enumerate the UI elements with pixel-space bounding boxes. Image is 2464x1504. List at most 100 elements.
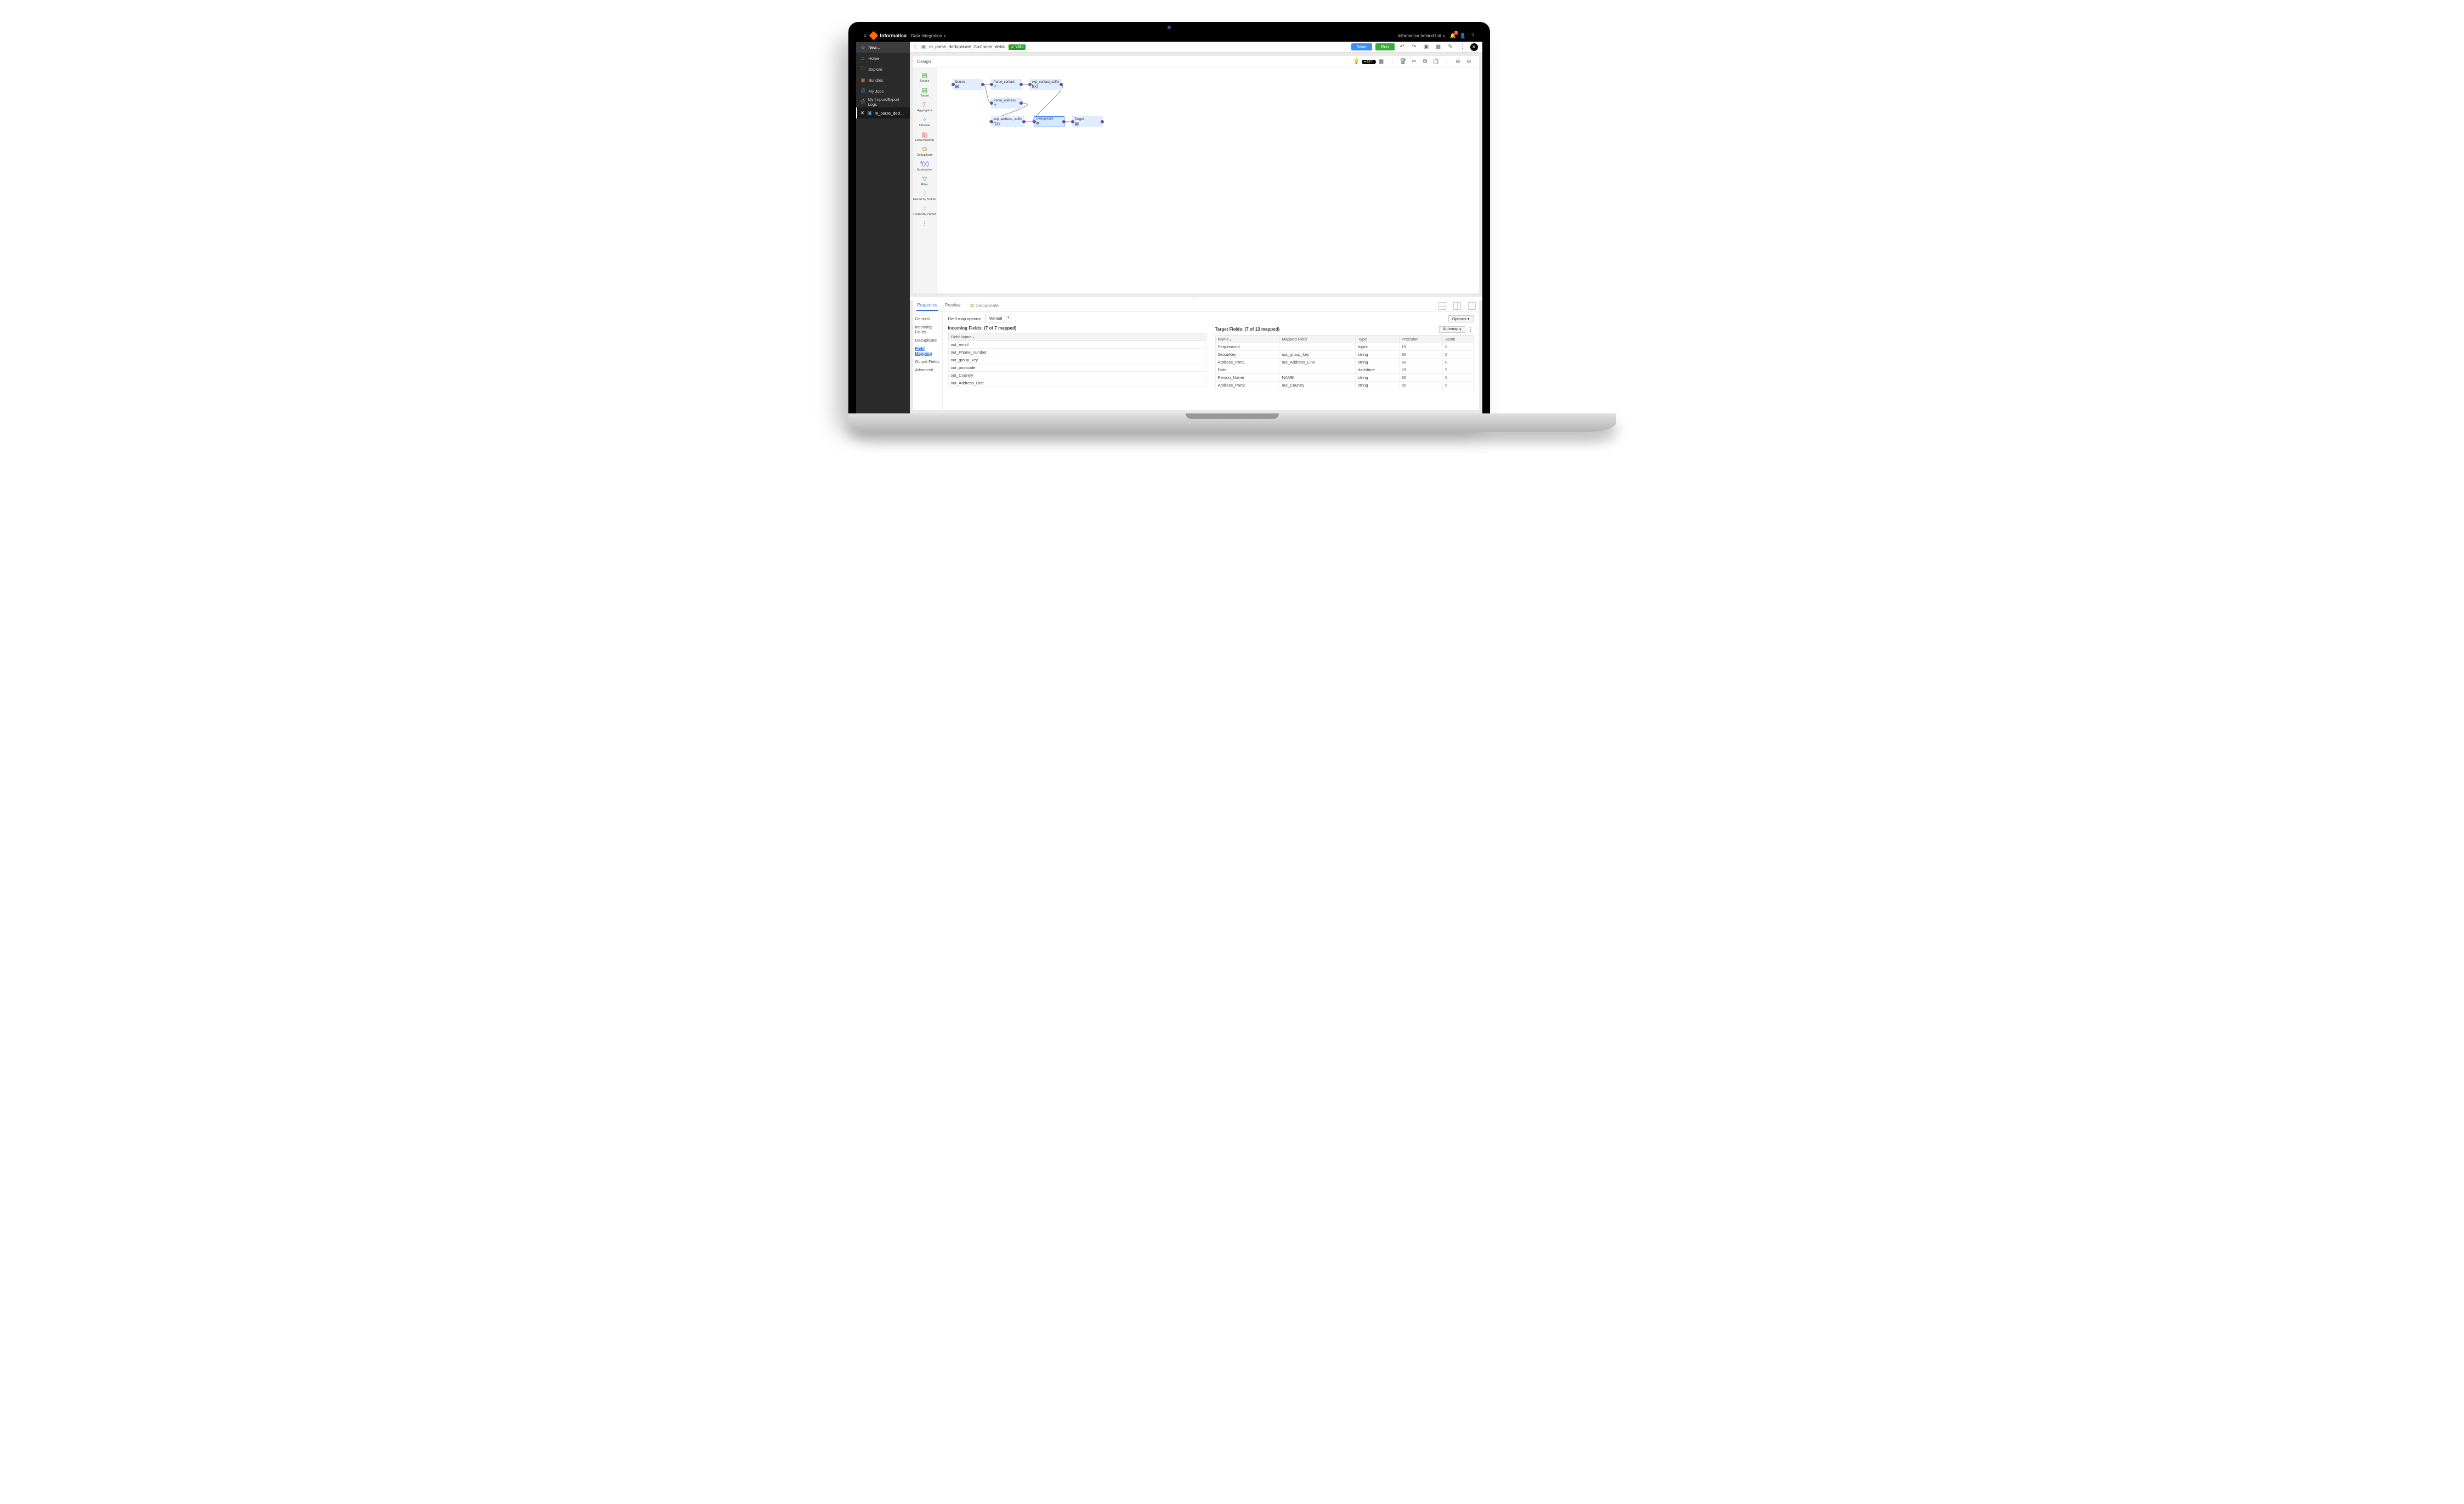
output-port[interactable] xyxy=(1019,101,1023,105)
field-map-options-select[interactable]: Manual xyxy=(985,315,1012,322)
module-switcher[interactable]: Data Integration▾ xyxy=(911,33,945,38)
sidebar-item-new-[interactable]: ⊕New... xyxy=(856,42,910,53)
edit-icon[interactable]: ✎ xyxy=(1446,43,1455,52)
tab-preview[interactable]: Preview xyxy=(944,300,961,311)
table-row[interactable]: Address_Part1out_Address_Linestring800 xyxy=(1215,359,1473,366)
palette-item-expression[interactable]: f(x)Expression xyxy=(917,159,932,173)
save-button[interactable]: Save xyxy=(1351,43,1372,50)
table-row[interactable]: Person_NameNAMEstring800 xyxy=(1215,374,1473,382)
col-scale[interactable]: Scale xyxy=(1443,336,1473,343)
switch-toggle[interactable]: ● OFF xyxy=(1362,60,1375,64)
palette-item-filter[interactable]: ▽Filter xyxy=(920,174,929,188)
bulb-icon[interactable]: 💡 xyxy=(1351,57,1361,67)
palette-item-target[interactable]: ▤Target xyxy=(920,85,929,99)
output-port[interactable] xyxy=(981,83,984,86)
prop-nav-advanced[interactable]: Advanced xyxy=(915,366,940,374)
node-parse_address[interactable]: Parse_address✧ xyxy=(991,98,1022,109)
user-icon[interactable]: 👤 xyxy=(1459,32,1467,39)
sidebar-open-tab[interactable]: ✕ ▣ m_parse_deduplica... xyxy=(856,107,910,118)
table-row[interactable]: out_Country xyxy=(948,372,1206,379)
node-exp_address_suffix[interactable]: exp_address_suffixf(x) xyxy=(991,116,1025,127)
mapping-canvas[interactable]: Source▤ Parse_contact✧ exp_contact_suffixf… xyxy=(937,68,1479,293)
more-icon[interactable]: ⋮ xyxy=(1458,43,1467,52)
layout-vertical-icon[interactable] xyxy=(1453,302,1461,310)
prop-nav-general[interactable]: General xyxy=(915,315,940,323)
node-exp_contact_suffix[interactable]: exp_contact_suffixf(x) xyxy=(1029,79,1062,90)
prop-nav-output-fields[interactable]: Output Fields xyxy=(915,357,940,366)
table-row[interactable]: out_Address_Line xyxy=(948,379,1206,387)
table-row[interactable]: SequenceIdbigint190 xyxy=(1215,343,1473,351)
table-row[interactable]: GroupKeyout_group_keystring300 xyxy=(1215,351,1473,359)
zoom-in-icon[interactable]: ⊕ xyxy=(1453,57,1463,67)
menu-icon[interactable]: ≡ xyxy=(862,32,869,39)
input-port[interactable] xyxy=(1028,83,1032,86)
help-icon[interactable]: ? xyxy=(1469,32,1477,39)
zoom-out-icon[interactable]: ⊖ xyxy=(1464,57,1474,67)
sidebar-item-home[interactable]: ⌂Home xyxy=(856,53,910,64)
col-name[interactable]: Name▴ xyxy=(1215,336,1279,343)
notifications-icon[interactable]: 🔔3 xyxy=(1449,32,1457,39)
redo-icon[interactable]: ↷ xyxy=(1410,43,1419,52)
palette-item-source[interactable]: ▤Source xyxy=(920,70,929,84)
table-row[interactable]: out_Phone_number xyxy=(948,349,1206,356)
input-port[interactable] xyxy=(1071,120,1074,123)
input-port[interactable] xyxy=(990,120,993,123)
run-button[interactable]: Run xyxy=(1375,43,1395,50)
node-parse_contact[interactable]: Parse_contact✧ xyxy=(991,79,1022,90)
tab-properties[interactable]: Properties xyxy=(916,300,938,311)
delete-icon[interactable]: 🗑 xyxy=(1398,57,1408,67)
node-source[interactable]: Source▤ xyxy=(953,79,983,90)
layout-full-icon[interactable] xyxy=(1468,302,1476,310)
account-switcher[interactable]: Informatica Ireland Ltd▾ xyxy=(1397,33,1445,38)
palette-item-data-masking[interactable]: ▥Data Masking xyxy=(915,129,934,143)
table-row[interactable]: Datedate/time299 xyxy=(1215,366,1473,374)
prop-nav-field-mapping[interactable]: Field Mapping xyxy=(915,344,940,357)
table-row[interactable]: out_group_key xyxy=(948,356,1206,364)
col-field-name[interactable]: Field Name▴ xyxy=(948,333,1206,341)
collapse-icon[interactable]: ⟨· xyxy=(914,44,918,50)
output-port[interactable] xyxy=(1022,120,1026,123)
automap-button[interactable]: Automap ▾ xyxy=(1439,326,1465,333)
node-deduplicate[interactable]: Deduplicate⧉ xyxy=(1034,116,1064,127)
sidebar-item-my-import-export-logs[interactable]: 🗎My Import/Export Logs xyxy=(856,97,910,107)
input-port[interactable] xyxy=(990,101,993,105)
output-port[interactable] xyxy=(1062,120,1066,123)
palette-item-cleanse[interactable]: ✧Cleanse xyxy=(919,115,930,128)
palette-item-deduplicate[interactable]: ⧉Deduplicate xyxy=(916,144,932,158)
sidebar-item-bundles[interactable]: ▣Bundles xyxy=(856,75,910,86)
output-port[interactable] xyxy=(1101,120,1104,123)
prop-nav-incoming-fields[interactable]: Incoming Fields xyxy=(915,323,940,336)
grid-icon[interactable]: ▦ xyxy=(1377,57,1386,67)
paste-icon[interactable]: 📋 xyxy=(1431,57,1441,67)
col-type[interactable]: Type xyxy=(1356,336,1400,343)
close-mapping-button[interactable]: ✕ xyxy=(1470,43,1478,51)
cut-icon[interactable]: ✂ xyxy=(1409,57,1419,67)
undo-icon[interactable]: ↶ xyxy=(1398,43,1407,52)
close-icon[interactable]: ✕ xyxy=(860,110,865,116)
node-target[interactable]: Target▤ xyxy=(1072,116,1103,127)
panel-resize-handle[interactable]: • • • xyxy=(910,297,1482,300)
sidebar-item-my-jobs[interactable]: 🗎My Jobs xyxy=(856,86,910,97)
table-row[interactable]: Address_Part2out_Countrystring800 xyxy=(1215,382,1473,389)
col-precision[interactable]: Precision xyxy=(1399,336,1443,343)
input-port[interactable] xyxy=(990,83,993,86)
input-port[interactable] xyxy=(1033,120,1036,123)
col-mapped-field[interactable]: Mapped Field xyxy=(1279,336,1356,343)
table-row[interactable]: out_email xyxy=(948,341,1206,349)
sql-icon[interactable]: ▣ xyxy=(1422,43,1431,52)
palette-item-aggregator[interactable]: ΣAggregator xyxy=(917,100,932,113)
sidebar-item-explore[interactable]: 🗀Explore xyxy=(856,64,910,75)
prop-nav-deduplicate[interactable]: Deduplicate xyxy=(915,336,940,344)
output-port[interactable] xyxy=(1019,83,1023,86)
options-button[interactable]: Options ▾ xyxy=(1448,315,1474,322)
schedule-icon[interactable]: ▦ xyxy=(1434,43,1443,52)
input-port[interactable] xyxy=(951,83,955,86)
palette-item-hierarchy-builder[interactable]: ♢Hierarchy Builder xyxy=(913,189,936,202)
table-row[interactable]: out_postcode xyxy=(948,364,1206,372)
target-more-icon[interactable]: ⋮ xyxy=(1468,326,1474,333)
palette-item-hierarchy-parser[interactable]: ♢Hierarchy Parser xyxy=(913,203,936,217)
palette-more[interactable]: ⋮ xyxy=(920,218,929,229)
copy-icon[interactable]: ⧉ xyxy=(1420,57,1430,67)
output-port[interactable] xyxy=(1060,83,1063,86)
layout-horizontal-icon[interactable] xyxy=(1438,302,1446,310)
